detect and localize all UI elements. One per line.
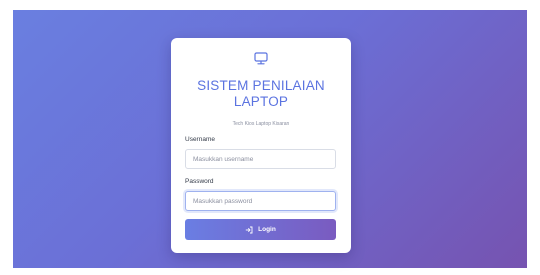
- username-input[interactable]: [185, 149, 336, 169]
- password-input[interactable]: [185, 191, 336, 211]
- subtitle: Tech Kios Laptop Kisaran: [232, 121, 290, 127]
- title-line-1: SISTEM PENILAIAN: [197, 78, 325, 93]
- login-button[interactable]: Login: [185, 219, 336, 240]
- username-label: Username: [185, 136, 215, 143]
- login-card: SISTEM PENILAIAN LAPTOP Tech Kios Laptop…: [171, 38, 351, 253]
- page-title: SISTEM PENILAIAN LAPTOP: [171, 78, 351, 110]
- title-line-2: LAPTOP: [233, 94, 289, 109]
- password-label: Password: [185, 178, 214, 185]
- monitor-icon: [254, 52, 268, 65]
- login-button-label: Login: [258, 226, 276, 233]
- login-arrow-icon: [245, 226, 253, 233]
- logo: [171, 52, 351, 65]
